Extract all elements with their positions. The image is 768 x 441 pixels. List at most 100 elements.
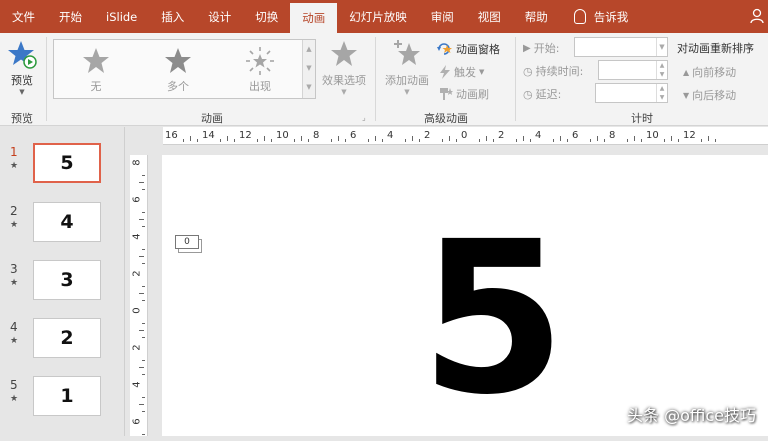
slide-preview[interactable]: 5 [33, 143, 101, 183]
ruler-tick [671, 136, 672, 141]
start-label: 开始: [533, 42, 560, 55]
lightning-icon [440, 65, 450, 79]
chevron-down-icon: ▼ [479, 68, 485, 76]
ruler-label: 2 [498, 130, 505, 141]
effect-options-label: 效果选项 [322, 74, 366, 87]
gallery-more-icon[interactable]: ▼ [303, 78, 315, 97]
ruler-tick [142, 360, 145, 361]
slide-number: 1 [10, 145, 18, 159]
tab-design[interactable]: 设计 [196, 0, 243, 33]
ruler-tick [449, 136, 450, 141]
gallery-scroll-down-icon[interactable]: ▼ [303, 59, 315, 78]
group-label-advanced: 高级动画 [424, 112, 468, 125]
divider [375, 37, 376, 121]
slide-preview[interactable]: 1 [33, 376, 101, 416]
slide-thumbnail[interactable]: 4 ★ 2 [0, 318, 125, 368]
tab-help[interactable]: 帮助 [513, 0, 560, 33]
slide-preview[interactable]: 2 [33, 318, 101, 358]
move-later-label: 向后移动 [692, 89, 737, 102]
clock-icon: ◷ [523, 64, 533, 78]
tab-review[interactable]: 审阅 [419, 0, 466, 33]
slide-thumbnail[interactable]: 5 ★ 1 [0, 376, 125, 426]
ruler-tick [227, 136, 228, 141]
tab-transitions[interactable]: 切换 [243, 0, 290, 33]
ruler-tick [142, 212, 145, 213]
star-icon [165, 48, 191, 73]
slide-thumbnail[interactable]: 1 ★ 5 [0, 143, 125, 193]
move-earlier-button[interactable]: ▲ 向前移动 [683, 64, 736, 80]
animation-multiple-label: 多个 [167, 80, 189, 93]
slide-preview[interactable]: 4 [33, 202, 101, 242]
ruler-tick [597, 136, 598, 141]
ruler-tick [139, 367, 144, 368]
tab-islide[interactable]: iSlide [94, 0, 149, 33]
start-label-row: ▶ 开始: [523, 40, 559, 56]
group-label-timing: 计时 [631, 112, 653, 125]
gallery-scroll-up-icon[interactable]: ▲ [303, 40, 315, 59]
animation-appear[interactable]: 出现 [220, 44, 300, 96]
tab-view[interactable]: 视图 [466, 0, 513, 33]
spinner-icon[interactable]: ▲ ▼ [656, 61, 667, 79]
group-label-preview: 预览 [11, 112, 33, 125]
ruler-tick [139, 219, 144, 220]
watermark: 头条 @office技巧 [627, 406, 756, 425]
ruler-label: 12 [239, 130, 252, 141]
tell-me-search[interactable]: 告诉我 [560, 9, 628, 25]
slide-thumbnail[interactable]: 2 ★ 4 [0, 202, 125, 252]
ruler-label: 0 [461, 130, 468, 141]
delay-input[interactable]: ▲ ▼ [595, 83, 668, 103]
slide-thumbnail[interactable]: 3 ★ 3 [0, 260, 125, 310]
duration-label-row: ◷ 持续时间: [523, 63, 583, 79]
slide-main-text[interactable]: 5 [420, 214, 566, 424]
ruler-label: 0 [131, 307, 143, 314]
chevron-down-icon: ▼ [341, 88, 347, 96]
add-animation-icon [394, 40, 420, 65]
ruler-tick [553, 139, 554, 142]
animation-painter-button[interactable]: 动画刷 [439, 86, 489, 102]
chevron-down-icon[interactable]: ▼ [656, 38, 667, 56]
chevron-down-icon: ▼ [19, 88, 25, 96]
animation-multiple[interactable]: 多个 [138, 44, 218, 96]
ruler-tick [604, 139, 605, 142]
gallery-scrollbar[interactable]: ▲ ▼ ▼ [302, 40, 315, 98]
tab-slideshow[interactable]: 幻灯片放映 [337, 0, 419, 33]
ruler-tick [405, 139, 406, 142]
tab-insert[interactable]: 插入 [149, 0, 196, 33]
tab-animations[interactable]: 动画 [290, 3, 338, 33]
animation-none[interactable]: 无 [56, 44, 136, 96]
effect-options-button[interactable]: 效果选项 ▼ [318, 39, 370, 96]
tab-home[interactable]: 开始 [47, 0, 94, 33]
clock-icon: ◷ [523, 87, 533, 101]
ruler-tick [419, 139, 420, 142]
animation-pane-button[interactable]: 动画窗格 [437, 41, 500, 57]
preview-button[interactable]: 预览 ▼ [4, 39, 40, 96]
start-select[interactable]: ▼ [574, 37, 668, 57]
user-icon[interactable] [750, 8, 764, 24]
move-earlier-label: 向前移动 [692, 66, 737, 79]
ruler-tick [142, 300, 145, 301]
ruler-tick [412, 136, 413, 141]
ruler-label: 2 [131, 344, 143, 351]
slide-preview[interactable]: 3 [33, 260, 101, 300]
ruler-tick [567, 139, 568, 142]
ruler-tick [301, 136, 302, 141]
ruler-tick [142, 189, 145, 190]
move-later-button[interactable]: ▼ 向后移动 [683, 87, 736, 103]
reorder-title: 对动画重新排序 [677, 40, 754, 56]
spinner-icon[interactable]: ▲ ▼ [656, 84, 667, 102]
duration-input[interactable]: ▲ ▼ [598, 60, 668, 80]
animation-pane-icon [437, 43, 452, 55]
dialog-launcher-icon[interactable]: ⌟ [362, 113, 366, 122]
trigger-button[interactable]: 触发 ▼ [439, 64, 484, 80]
tab-file[interactable]: 文件 [0, 0, 47, 33]
ruler-tick [142, 434, 145, 435]
ruler-label: 8 [131, 159, 143, 166]
preview-star-icon [8, 41, 37, 69]
ruler-label: 10 [646, 130, 659, 141]
preview-label: 预览 [11, 74, 33, 87]
ruler-tick [627, 139, 628, 142]
add-animation-button[interactable]: 添加动画 ▼ [380, 39, 434, 96]
group-label-animation: 动画 [201, 112, 223, 125]
animation-tag[interactable]: 0 [175, 235, 202, 253]
ruler-tick [442, 139, 443, 142]
